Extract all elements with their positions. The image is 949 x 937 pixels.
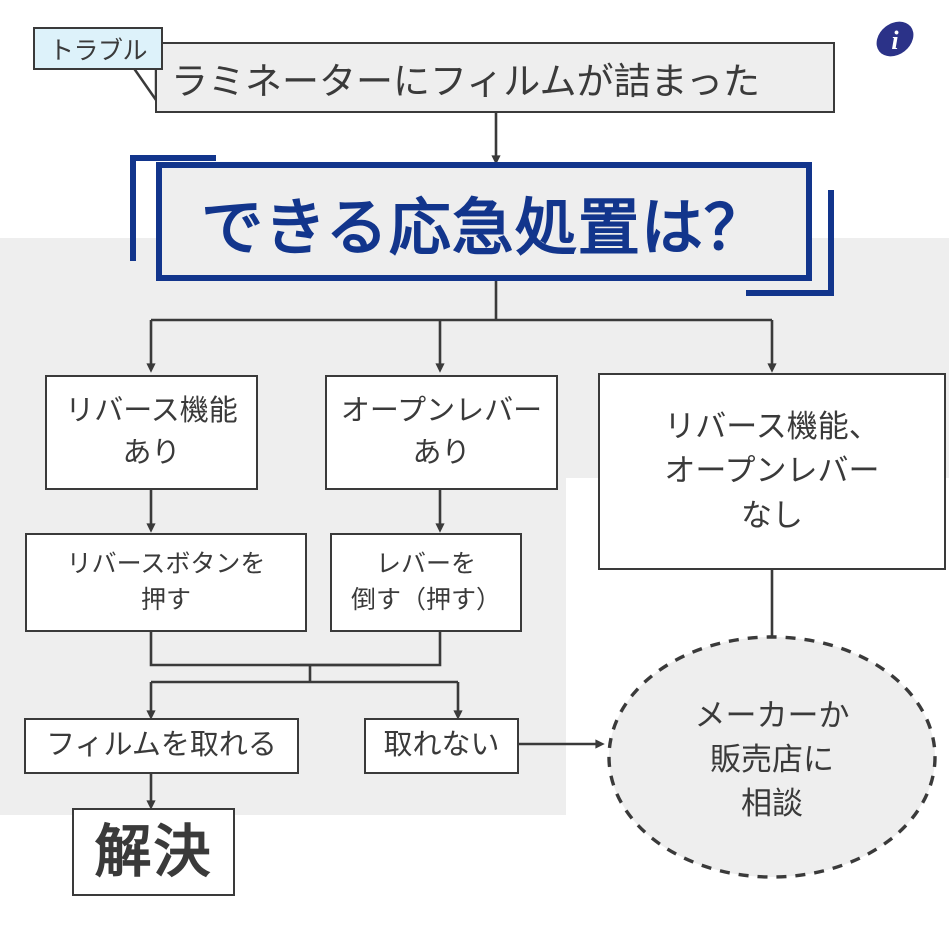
node-action-left-label: リバースボタンを 押す: [66, 550, 266, 614]
node-result-ng-label: 取れない: [383, 729, 500, 762]
node-action-middle-label: レバーを 倒す（押す）: [350, 550, 501, 614]
header-title-box: ラミネーターにフィルムが詰まった: [155, 42, 835, 113]
page-title: ラミネーターにフィルムが詰まった: [171, 60, 761, 102]
info-icon[interactable]: i: [872, 16, 918, 62]
trouble-tag: トラブル: [33, 27, 163, 70]
node-action-middle[interactable]: レバーを 倒す（押す）: [330, 533, 522, 632]
question-box: できる応急処置は？: [156, 162, 812, 281]
node-branch-right-label: リバース機能、 オープンレバー なし: [664, 409, 880, 533]
node-branch-middle[interactable]: オープンレバー あり: [325, 375, 558, 490]
node-result-ok[interactable]: フィルムを取れる: [24, 718, 299, 774]
node-action-left[interactable]: リバースボタンを 押す: [25, 533, 307, 632]
node-result-ng[interactable]: 取れない: [364, 718, 519, 774]
node-result-ok-label: フィルムを取れる: [46, 729, 277, 762]
node-branch-right[interactable]: リバース機能、 オープンレバー なし: [598, 373, 946, 570]
trouble-tag-label: トラブル: [48, 36, 148, 65]
node-end-solved-label: 解決: [94, 819, 213, 884]
node-branch-left[interactable]: リバース機能 あり: [45, 375, 258, 490]
node-end-consult[interactable]: メーカーか 販売店に 相談: [632, 690, 912, 830]
svg-text:i: i: [891, 26, 899, 55]
flowchart-canvas: i トラブル ラミネーターにフィルムが詰まった できる応急処置は？ リバース機能…: [0, 0, 949, 937]
node-branch-left-label: リバース機能 あり: [65, 395, 238, 469]
node-branch-middle-label: オープンレバー あり: [340, 395, 543, 469]
node-end-consult-label: メーカーか 販売店に 相談: [694, 697, 850, 821]
node-end-solved[interactable]: 解決: [72, 808, 235, 896]
question-text: できる応急処置は？: [201, 193, 767, 263]
